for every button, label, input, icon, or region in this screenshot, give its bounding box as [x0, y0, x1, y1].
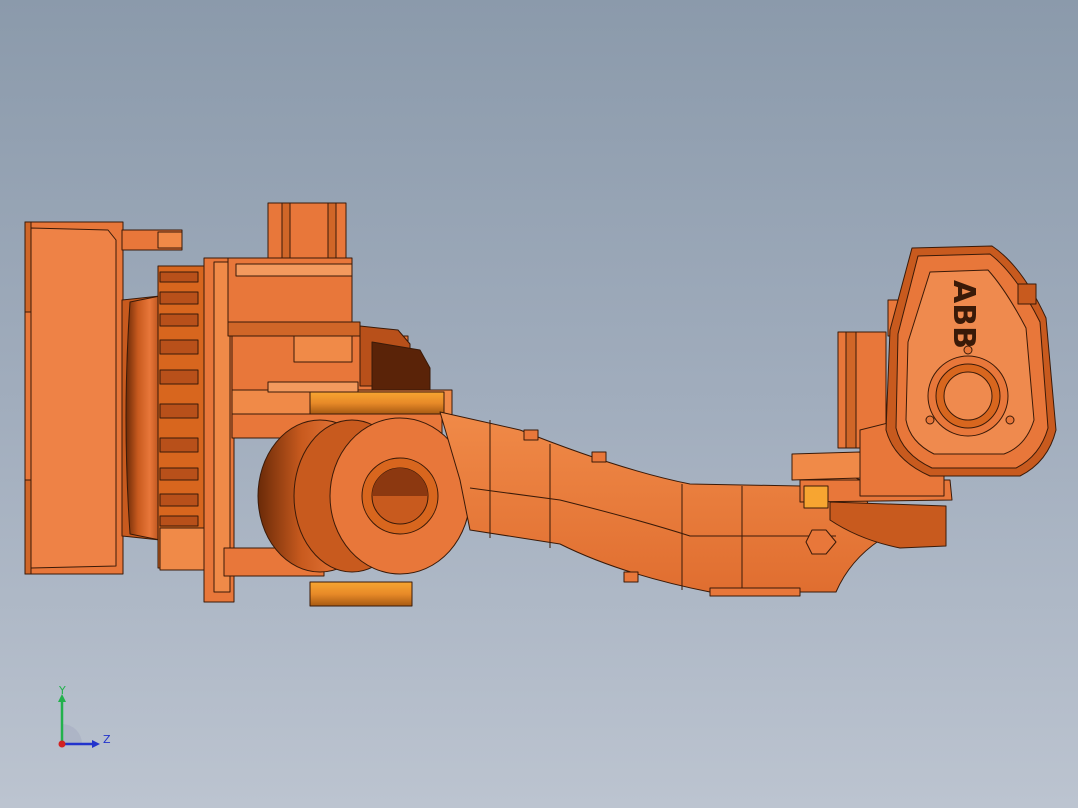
triad-plane-icon: [62, 724, 82, 744]
x-axis-icon: [58, 740, 66, 748]
z-axis-label: Z: [103, 733, 111, 746]
graphics-viewport[interactable]: ABB Y Z: [0, 0, 1078, 808]
axis2-motor: [227, 202, 431, 393]
shoulder-joint: [257, 417, 471, 575]
z-axis-arrow-icon: [92, 740, 100, 748]
coordinate-triad[interactable]: Y Z: [50, 684, 120, 754]
y-axis-label: Y: [58, 684, 66, 697]
abb-logo: ABB: [946, 280, 981, 349]
robot-arm-model[interactable]: ABB: [0, 0, 1078, 808]
